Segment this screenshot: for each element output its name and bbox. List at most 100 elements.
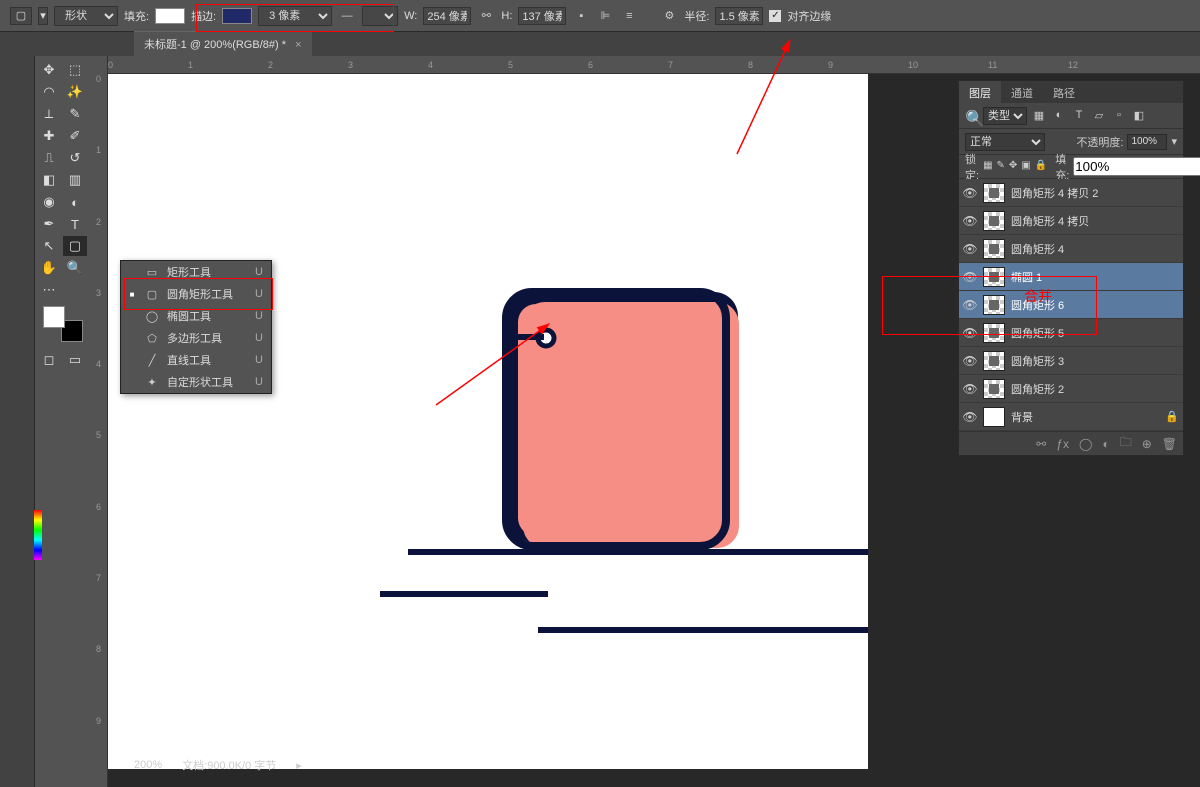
status-chevron-icon[interactable]: ▸ — [296, 759, 302, 772]
document-tab[interactable]: 未标题-1 @ 200%(RGB/8#) * × — [134, 31, 312, 56]
zoom-level[interactable]: 200% — [134, 759, 162, 771]
close-icon[interactable]: × — [295, 39, 301, 51]
visibility-icon[interactable]: 👁 — [963, 298, 977, 312]
stroke-options-select[interactable]: — — [362, 6, 398, 26]
visibility-icon[interactable]: 👁 — [963, 354, 977, 368]
brush-tool-icon[interactable]: ✐ — [63, 126, 87, 146]
shape-tool-icon[interactable]: ▢ — [63, 236, 87, 256]
foreground-background-swatch[interactable] — [43, 306, 83, 342]
fx-icon[interactable]: ƒx — [1056, 437, 1069, 451]
adjustment-icon[interactable]: ◐ — [1102, 437, 1109, 451]
layer-thumbnail[interactable] — [983, 379, 1005, 399]
gradient-tool-icon[interactable]: ▥ — [63, 170, 87, 190]
dropdown-icon[interactable]: ▾ — [38, 7, 48, 25]
fill-input[interactable] — [1073, 157, 1200, 176]
height-input[interactable] — [518, 7, 566, 25]
visibility-icon[interactable]: 👁 — [963, 186, 977, 200]
align-edges-checkbox[interactable]: ✓ — [769, 10, 781, 22]
layer-row[interactable]: 👁背景🔒 — [959, 403, 1183, 431]
tab-layers[interactable]: 图层 — [959, 81, 1001, 103]
layer-row[interactable]: 👁圆角矩形 6 — [959, 291, 1183, 319]
visibility-icon[interactable]: 👁 — [963, 410, 977, 424]
shape-mode-select[interactable]: 形状 — [54, 6, 118, 26]
heal-tool-icon[interactable]: ✚ — [37, 126, 61, 146]
gear-icon[interactable]: ⚙ — [660, 7, 678, 25]
wand-tool-icon[interactable]: ✨ — [63, 82, 87, 102]
layer-row[interactable]: 👁圆角矩形 3 — [959, 347, 1183, 375]
visibility-icon[interactable]: 👁 — [963, 214, 977, 228]
misc2-tool-icon[interactable] — [63, 280, 87, 300]
lock-pixels-icon[interactable]: ✎ — [997, 160, 1005, 174]
blend-mode-select[interactable]: 正常 — [965, 133, 1045, 151]
layer-row[interactable]: 👁圆角矩形 4 — [959, 235, 1183, 263]
new-layer-icon[interactable]: ⊕ — [1142, 437, 1152, 451]
eraser-tool-icon[interactable]: ◧ — [37, 170, 61, 190]
lock-position-icon[interactable]: ✥ — [1009, 160, 1017, 174]
visibility-icon[interactable]: 👁 — [963, 382, 977, 396]
path-select-icon[interactable]: ↖ — [37, 236, 61, 256]
filter-toggle-icon[interactable]: ◧ — [1131, 109, 1147, 123]
layer-thumbnail[interactable] — [983, 211, 1005, 231]
marquee-tool-icon[interactable]: ⬚ — [63, 60, 87, 80]
layer-row[interactable]: 👁圆角矩形 5 — [959, 319, 1183, 347]
tab-paths[interactable]: 路径 — [1043, 81, 1085, 103]
layer-row[interactable]: 👁圆角矩形 2 — [959, 375, 1183, 403]
eyedropper-tool-icon[interactable]: ✎ — [63, 104, 87, 124]
filter-type-icon[interactable]: T — [1071, 109, 1087, 123]
lasso-tool-icon[interactable]: ◠ — [37, 82, 61, 102]
mask-icon[interactable]: ◯ — [1079, 437, 1092, 451]
layer-thumbnail[interactable] — [983, 239, 1005, 259]
canvas[interactable] — [108, 74, 868, 769]
opacity-chevron-icon[interactable]: ▾ — [1171, 135, 1177, 148]
shape-preset-icon[interactable]: ▢ — [10, 7, 32, 25]
link-icon[interactable]: ⚯ — [477, 7, 495, 25]
visibility-icon[interactable]: 👁 — [963, 270, 977, 284]
radius-input[interactable] — [715, 7, 763, 25]
flyout-item[interactable]: ╱直线工具U — [121, 349, 271, 371]
blur-tool-icon[interactable]: ◉ — [37, 192, 61, 212]
flyout-item[interactable]: ✦自定形状工具U — [121, 371, 271, 393]
path-combine-icon[interactable]: ▪ — [572, 7, 590, 25]
layer-row[interactable]: 👁圆角矩形 4 拷贝 2 — [959, 179, 1183, 207]
layer-thumbnail[interactable] — [983, 295, 1005, 315]
foreground-color-swatch[interactable] — [43, 306, 65, 328]
layer-thumbnail[interactable] — [983, 407, 1005, 427]
path-arrange-icon[interactable]: ≡ — [620, 7, 638, 25]
link-layers-icon[interactable]: ⚯ — [1036, 437, 1046, 451]
filter-pixel-icon[interactable]: ▦ — [1031, 109, 1047, 123]
lock-artboard-icon[interactable]: ▣ — [1021, 160, 1030, 174]
filter-type-select[interactable]: 类型 — [983, 107, 1027, 125]
zoom-tool-icon[interactable]: 🔍 — [63, 258, 87, 278]
width-input[interactable] — [423, 7, 471, 25]
visibility-icon[interactable]: 👁 — [963, 242, 977, 256]
flyout-item[interactable]: ▭矩形工具U — [121, 261, 271, 283]
crop-tool-icon[interactable]: ⟂ — [37, 104, 61, 124]
tab-channels[interactable]: 通道 — [1001, 81, 1043, 103]
pen-tool-icon[interactable]: ✒ — [37, 214, 61, 234]
stroke-swatch[interactable] — [222, 8, 252, 24]
layer-thumbnail[interactable] — [983, 183, 1005, 203]
stroke-width-select[interactable]: 3 像素 — [258, 6, 332, 26]
layer-thumbnail[interactable] — [983, 323, 1005, 343]
group-icon[interactable]: 🗀 — [1120, 433, 1132, 454]
history-brush-icon[interactable]: ↺ — [63, 148, 87, 168]
flyout-item[interactable]: ◯椭圆工具U — [121, 305, 271, 327]
dodge-tool-icon[interactable]: ◐ — [63, 192, 87, 212]
type-tool-icon[interactable]: T — [63, 214, 87, 234]
filter-shape-icon[interactable]: ▱ — [1091, 109, 1107, 123]
stamp-tool-icon[interactable]: ⎍ — [37, 148, 61, 168]
move-tool-icon[interactable]: ✥ — [37, 60, 61, 80]
layer-row[interactable]: 👁圆角矩形 4 拷贝 — [959, 207, 1183, 235]
stroke-style-icon[interactable]: — — [338, 7, 356, 25]
layer-thumbnail[interactable] — [983, 267, 1005, 287]
layer-row[interactable]: 👁椭圆 1 — [959, 263, 1183, 291]
opacity-input[interactable] — [1127, 134, 1167, 150]
flyout-item[interactable]: ■▢圆角矩形工具U — [121, 283, 271, 305]
hand-tool-icon[interactable]: ✋ — [37, 258, 61, 278]
delete-layer-icon[interactable]: 🗑 — [1162, 437, 1177, 451]
flyout-item[interactable]: ⬠多边形工具U — [121, 327, 271, 349]
lock-all-icon[interactable]: 🔒 — [1035, 160, 1047, 174]
path-align-icon[interactable]: ⊫ — [596, 7, 614, 25]
search-icon[interactable]: 🔍 — [965, 109, 979, 123]
lock-transparent-icon[interactable]: ▦ — [983, 160, 992, 174]
